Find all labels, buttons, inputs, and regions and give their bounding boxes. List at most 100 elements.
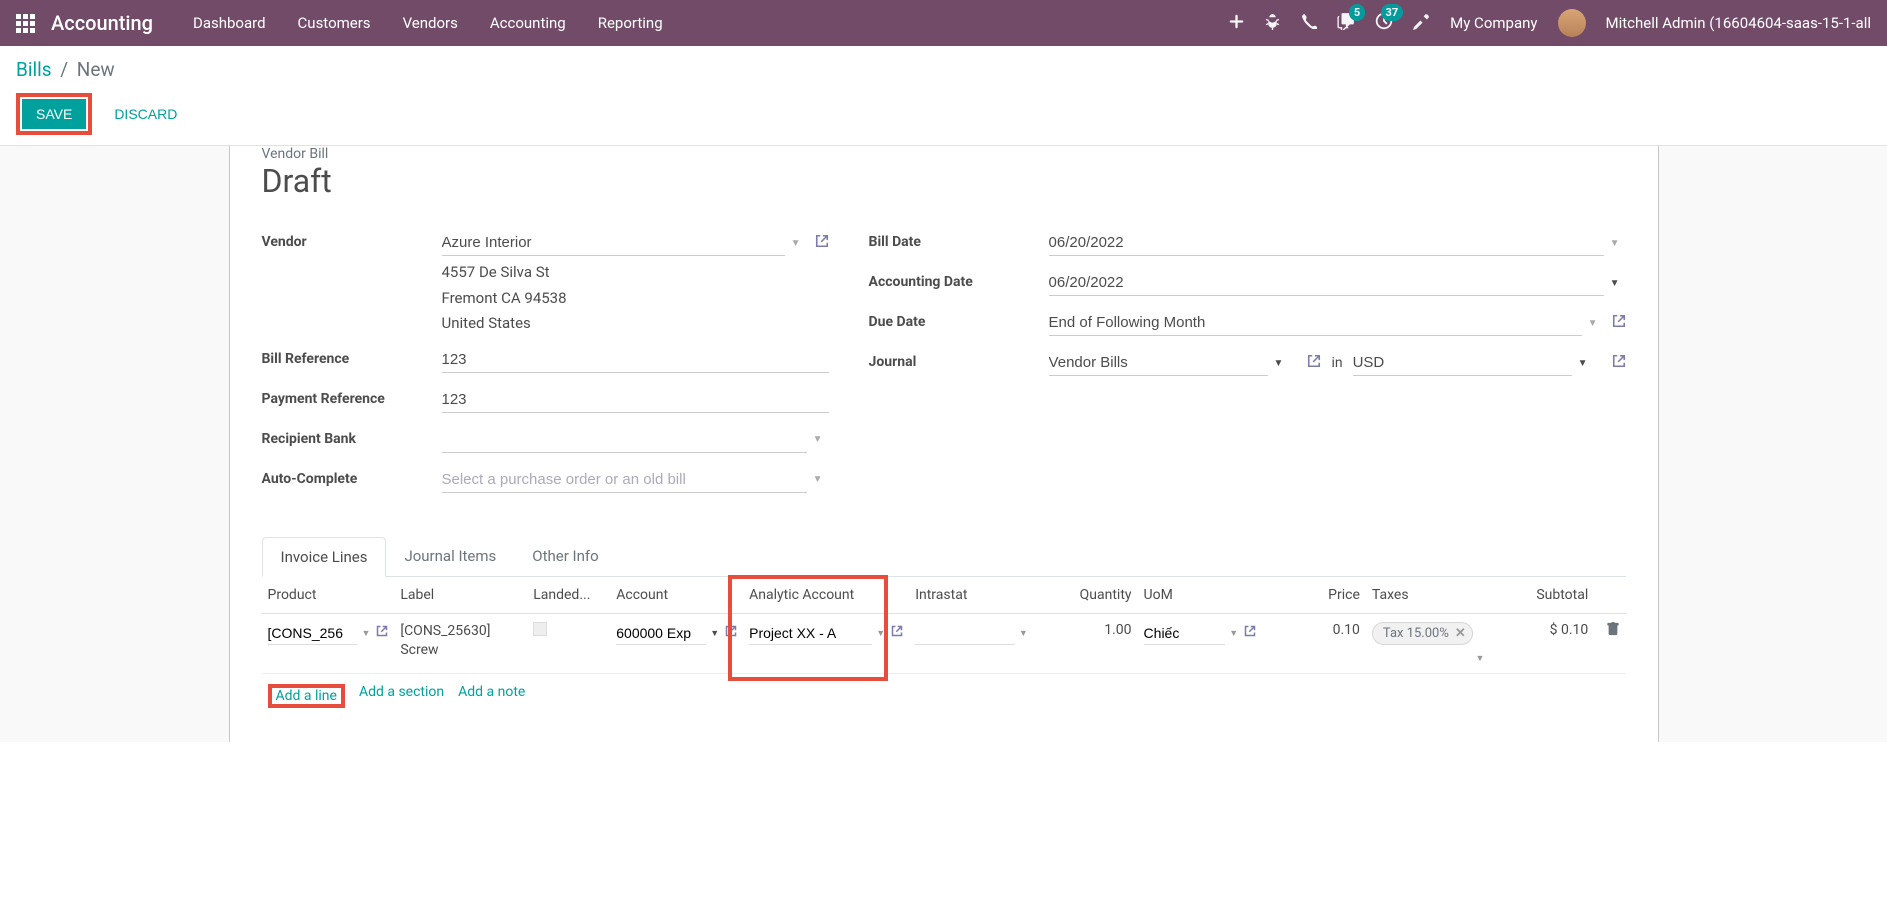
external-link-icon[interactable] bbox=[376, 625, 388, 641]
breadcrumb-parent[interactable]: Bills bbox=[16, 58, 52, 81]
caret-down-icon[interactable]: ▼ bbox=[1582, 318, 1604, 329]
label-in: in bbox=[1331, 355, 1342, 371]
form-left: Vendor ▼ 4557 De Silva St Fremont CA 945… bbox=[262, 230, 829, 507]
label-bill-reference: Bill Reference bbox=[262, 347, 442, 367]
landed-checkbox[interactable] bbox=[533, 622, 547, 636]
due-date-input[interactable] bbox=[1049, 310, 1582, 336]
recipient-bank-input[interactable] bbox=[442, 427, 807, 453]
external-link-icon[interactable] bbox=[1612, 354, 1626, 372]
subtotal-cell: $ 0.10 bbox=[1490, 613, 1594, 673]
highlight-add-line: Add a line bbox=[268, 684, 345, 708]
add-line-link[interactable]: Add a line bbox=[276, 688, 337, 704]
uom-input[interactable] bbox=[1144, 622, 1226, 645]
payment-reference-input[interactable] bbox=[442, 387, 829, 413]
th-taxes[interactable]: Taxes bbox=[1366, 577, 1491, 614]
apps-icon[interactable] bbox=[16, 14, 35, 33]
intrastat-input[interactable] bbox=[915, 622, 1015, 645]
menu-vendors[interactable]: Vendors bbox=[403, 14, 458, 32]
label-cell[interactable]: [CONS_25630] Screw bbox=[394, 613, 527, 673]
avatar[interactable] bbox=[1558, 9, 1586, 37]
control-panel: Bills / New SAVE DISCARD bbox=[0, 46, 1887, 146]
external-link-icon[interactable] bbox=[1612, 314, 1626, 332]
caret-down-icon[interactable]: ▼ bbox=[1229, 628, 1238, 639]
taxes-cell[interactable]: Tax 15.00% ✕ ▼ bbox=[1366, 613, 1491, 673]
analytic-input[interactable] bbox=[749, 622, 872, 645]
caret-down-icon[interactable]: ▼ bbox=[710, 628, 719, 639]
th-analytic[interactable]: Analytic Account bbox=[743, 577, 909, 614]
caret-down-icon[interactable]: ▼ bbox=[361, 628, 370, 639]
caret-down-icon[interactable]: ▼ bbox=[1604, 278, 1626, 289]
save-button[interactable]: SAVE bbox=[22, 99, 86, 129]
trash-icon[interactable] bbox=[1606, 624, 1620, 640]
activities-badge: 37 bbox=[1381, 4, 1404, 21]
menu-accounting[interactable]: Accounting bbox=[490, 14, 566, 32]
landed-cell[interactable] bbox=[527, 613, 610, 673]
label-journal: Journal bbox=[869, 350, 1049, 370]
form-right: Bill Date ▼ Accounting Date bbox=[869, 230, 1626, 507]
external-link-icon[interactable] bbox=[1244, 625, 1256, 641]
tab-invoice-lines[interactable]: Invoice Lines bbox=[262, 537, 387, 577]
menu-reporting[interactable]: Reporting bbox=[598, 14, 663, 32]
menu-dashboard[interactable]: Dashboard bbox=[193, 14, 266, 32]
caret-down-icon[interactable]: ▼ bbox=[1604, 238, 1626, 249]
menu-customers[interactable]: Customers bbox=[298, 14, 371, 32]
tab-journal-items[interactable]: Journal Items bbox=[386, 537, 514, 576]
th-intrastat[interactable]: Intrastat bbox=[909, 577, 1034, 614]
bill-reference-input[interactable] bbox=[442, 347, 829, 373]
add-section-link[interactable]: Add a section bbox=[359, 684, 444, 708]
currency-input[interactable] bbox=[1353, 350, 1572, 376]
nav-right: 5 37 My Company Mitchell Admin (16604604… bbox=[1229, 9, 1871, 37]
external-link-icon[interactable] bbox=[815, 234, 829, 252]
th-price[interactable]: Price bbox=[1262, 577, 1366, 614]
add-note-link[interactable]: Add a note bbox=[458, 684, 525, 708]
bug-icon[interactable] bbox=[1264, 13, 1281, 34]
auto-complete-input[interactable] bbox=[442, 467, 807, 493]
caret-down-icon[interactable]: ▼ bbox=[807, 474, 829, 485]
th-label[interactable]: Label bbox=[394, 577, 527, 614]
caret-down-icon[interactable]: ▼ bbox=[1572, 358, 1594, 369]
external-link-icon[interactable] bbox=[891, 625, 903, 641]
company-name[interactable]: My Company bbox=[1450, 14, 1537, 32]
label-vendor: Vendor bbox=[262, 230, 442, 250]
caret-down-icon[interactable]: ▼ bbox=[807, 434, 829, 445]
table-row[interactable]: ▼ [CONS_25630] Screw bbox=[262, 613, 1626, 673]
price-cell[interactable]: 0.10 bbox=[1262, 613, 1366, 673]
status-title: Draft bbox=[262, 162, 1626, 200]
caret-down-icon[interactable]: ▼ bbox=[785, 238, 807, 249]
accounting-date-input[interactable] bbox=[1049, 270, 1604, 296]
tax-tag[interactable]: Tax 15.00% ✕ bbox=[1372, 622, 1473, 645]
caret-down-icon[interactable]: ▼ bbox=[1268, 358, 1290, 369]
quantity-cell[interactable]: 1.00 bbox=[1034, 613, 1138, 673]
th-landed[interactable]: Landed... bbox=[527, 577, 610, 614]
breadcrumb: Bills / New bbox=[16, 58, 1871, 81]
account-input[interactable] bbox=[616, 622, 706, 645]
user-name[interactable]: Mitchell Admin (16604604-saas-15-1-all bbox=[1606, 14, 1872, 32]
caret-down-icon[interactable]: ▼ bbox=[1476, 654, 1485, 664]
th-subtotal[interactable]: Subtotal bbox=[1490, 577, 1594, 614]
app-title[interactable]: Accounting bbox=[51, 11, 153, 35]
plus-icon[interactable] bbox=[1229, 14, 1244, 33]
journal-input[interactable] bbox=[1049, 350, 1268, 376]
caret-down-icon[interactable]: ▼ bbox=[1019, 628, 1028, 639]
external-link-icon[interactable] bbox=[1307, 354, 1321, 372]
tab-other-info[interactable]: Other Info bbox=[514, 537, 616, 576]
th-uom[interactable]: UoM bbox=[1138, 577, 1263, 614]
remove-tax-icon[interactable]: ✕ bbox=[1455, 626, 1466, 641]
th-account[interactable]: Account bbox=[610, 577, 743, 614]
phone-icon[interactable] bbox=[1301, 13, 1317, 33]
highlight-save: SAVE bbox=[16, 93, 92, 135]
th-quantity[interactable]: Quantity bbox=[1034, 577, 1138, 614]
th-product[interactable]: Product bbox=[262, 577, 395, 614]
product-input[interactable] bbox=[268, 622, 358, 645]
bill-date-input[interactable] bbox=[1049, 230, 1604, 256]
nav-menu: Dashboard Customers Vendors Accounting R… bbox=[193, 14, 663, 32]
label-payment-reference: Payment Reference bbox=[262, 387, 442, 407]
discard-button[interactable]: DISCARD bbox=[100, 99, 191, 129]
external-link-icon[interactable] bbox=[725, 625, 737, 641]
vendor-input[interactable] bbox=[442, 230, 785, 256]
caret-down-icon[interactable]: ▼ bbox=[876, 628, 885, 639]
buttons-row: SAVE DISCARD bbox=[16, 93, 1871, 135]
tools-icon[interactable] bbox=[1413, 13, 1430, 34]
messages-icon[interactable]: 5 bbox=[1337, 12, 1355, 34]
activities-icon[interactable]: 37 bbox=[1375, 12, 1393, 34]
